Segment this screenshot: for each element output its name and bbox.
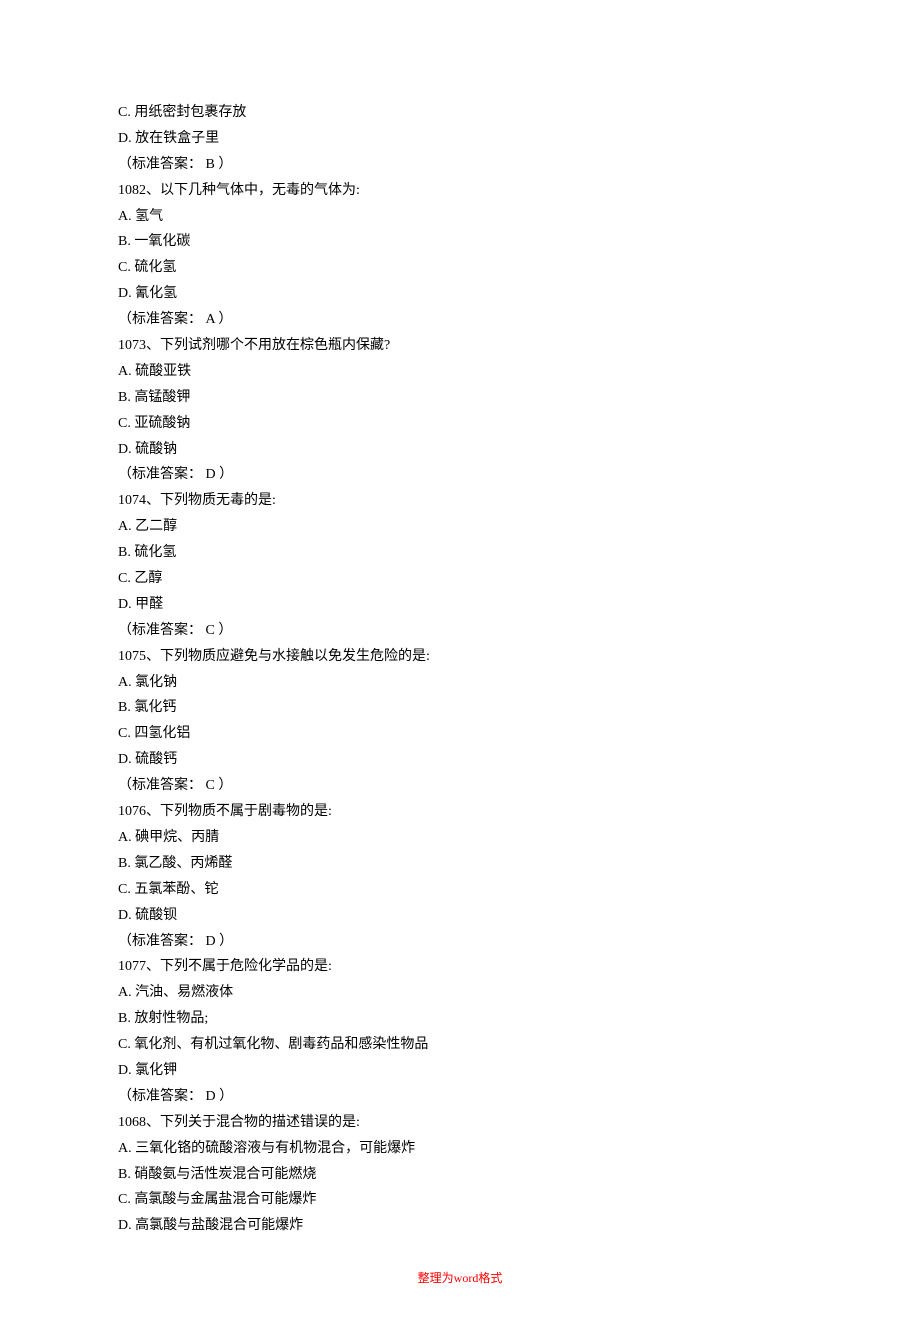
answer-line: （标准答案： D ） — [118, 462, 802, 488]
option-line: B. 氯乙酸、丙烯醛 — [118, 851, 802, 877]
option-line: D. 氯化钾 — [118, 1058, 802, 1084]
option-line: A. 氯化钠 — [118, 670, 802, 696]
option-line: B. 高锰酸钾 — [118, 385, 802, 411]
footer-word: word — [454, 1271, 479, 1285]
option-line: D. 放在铁盒子里 — [118, 126, 802, 152]
answer-line: （标准答案： A ） — [118, 307, 802, 333]
option-line: B. 放射性物品; — [118, 1006, 802, 1032]
answer-line: （标准答案： C ） — [118, 773, 802, 799]
question-stem: 1077、下列不属于危险化学品的是: — [118, 954, 802, 980]
option-line: D. 硫酸钠 — [118, 437, 802, 463]
option-line: B. 一氧化碳 — [118, 229, 802, 255]
question-stem: 1075、下列物质应避免与水接触以免发生危险的是: — [118, 644, 802, 670]
option-line: B. 氯化钙 — [118, 695, 802, 721]
option-line: A. 硫酸亚铁 — [118, 359, 802, 385]
option-line: D. 硫酸钡 — [118, 903, 802, 929]
option-line: C. 硫化氢 — [118, 255, 802, 281]
option-line: C. 四氢化铝 — [118, 721, 802, 747]
answer-line: （标准答案： D ） — [118, 929, 802, 955]
option-line: A. 氢气 — [118, 204, 802, 230]
option-line: D. 硫酸钙 — [118, 747, 802, 773]
option-line: A. 碘甲烷、丙腈 — [118, 825, 802, 851]
question-stem: 1068、下列关于混合物的描述错误的是: — [118, 1110, 802, 1136]
option-line: D. 高氯酸与盐酸混合可能爆炸 — [118, 1213, 802, 1239]
question-stem: 1076、下列物质不属于剧毒物的是: — [118, 799, 802, 825]
answer-line: （标准答案： B ） — [118, 152, 802, 178]
question-stem: 1082、以下几种气体中，无毒的气体为: — [118, 178, 802, 204]
option-line: A. 汽油、易燃液体 — [118, 980, 802, 1006]
option-line: C. 乙醇 — [118, 566, 802, 592]
footer-suffix: 格式 — [478, 1271, 502, 1285]
option-line: C. 高氯酸与金属盐混合可能爆炸 — [118, 1187, 802, 1213]
option-line: A. 乙二醇 — [118, 514, 802, 540]
option-line: D. 甲醛 — [118, 592, 802, 618]
option-line: B. 硫化氢 — [118, 540, 802, 566]
document-page: C. 用纸密封包裹存放D. 放在铁盒子里（标准答案： B ）1082、以下几种气… — [0, 0, 920, 1329]
option-line: A. 三氧化铬的硫酸溶液与有机物混合，可能爆炸 — [118, 1136, 802, 1162]
answer-line: （标准答案： C ） — [118, 618, 802, 644]
question-stem: 1073、下列试剂哪个不用放在棕色瓶内保藏? — [118, 333, 802, 359]
question-list: C. 用纸密封包裹存放D. 放在铁盒子里（标准答案： B ）1082、以下几种气… — [118, 100, 802, 1239]
footer-prefix: 整理为 — [418, 1271, 454, 1285]
option-line: C. 五氯苯酚、铊 — [118, 877, 802, 903]
page-footer: 整理为word格式 — [118, 1267, 802, 1289]
option-line: C. 用纸密封包裹存放 — [118, 100, 802, 126]
option-line: C. 氧化剂、有机过氧化物、剧毒药品和感染性物品 — [118, 1032, 802, 1058]
option-line: B. 硝酸氨与活性炭混合可能燃烧 — [118, 1162, 802, 1188]
option-line: C. 亚硫酸钠 — [118, 411, 802, 437]
option-line: D. 氰化氢 — [118, 281, 802, 307]
answer-line: （标准答案： D ） — [118, 1084, 802, 1110]
question-stem: 1074、下列物质无毒的是: — [118, 488, 802, 514]
